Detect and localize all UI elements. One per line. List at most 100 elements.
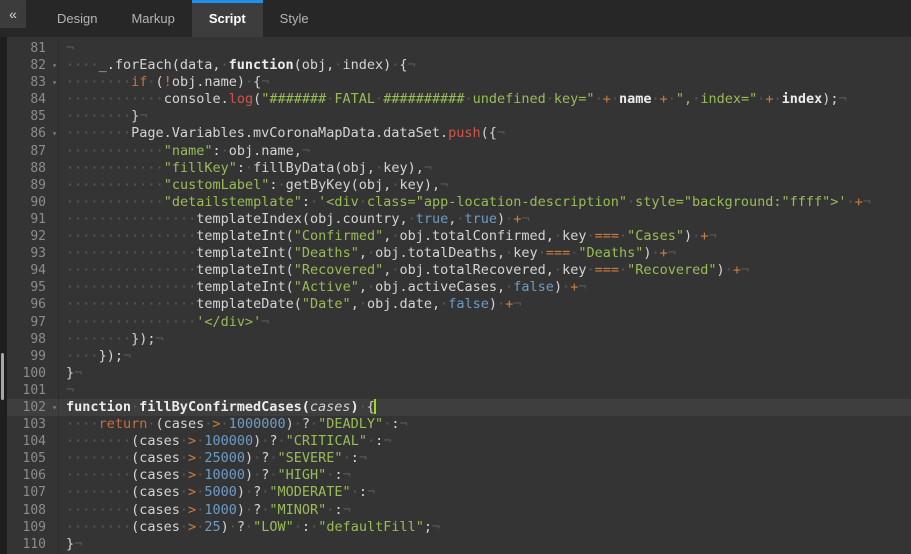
line-number[interactable]: 105	[7, 450, 59, 467]
code-text: function·fillByConfirmedCases(cases)·{	[59, 399, 911, 416]
line-number[interactable]: 103	[7, 416, 59, 433]
code-line[interactable]: 105········(cases·>·25000)·?·"SEVERE"·:¬	[7, 450, 911, 467]
line-number[interactable]: 96	[7, 296, 59, 313]
code-line[interactable]: 82▾····_.forEach(data,·function(obj,·ind…	[7, 57, 911, 74]
line-number[interactable]: 89	[7, 177, 59, 194]
code-line[interactable]: 100}¬	[7, 365, 911, 382]
whitespace-dot: ·	[123, 519, 131, 535]
whitespace-dot: ·	[99, 262, 107, 278]
line-number[interactable]: 106	[7, 467, 59, 484]
code-token: templateIndex(obj.country,	[196, 211, 407, 227]
code-line[interactable]: 98········});¬	[7, 331, 911, 348]
line-number[interactable]: 84	[7, 91, 59, 108]
code-text: ········(cases·>·25000)·?·"SEVERE"·:¬	[59, 450, 911, 467]
code-line[interactable]: 95················templateInt("Active",·…	[7, 279, 911, 296]
code-line[interactable]: 109········(cases·>·25)·?·"LOW"·:·"defau…	[7, 519, 911, 536]
whitespace-dot: ·	[229, 519, 237, 535]
line-number[interactable]: 95	[7, 279, 59, 296]
line-number[interactable]: 86▾	[7, 125, 59, 142]
line-number[interactable]: 83▾	[7, 74, 59, 91]
tab-design[interactable]: Design	[40, 0, 114, 37]
line-number[interactable]: 93	[7, 245, 59, 262]
code-line[interactable]: 108········(cases·>·1000)·?·"MINOR"·:¬	[7, 502, 911, 519]
line-number[interactable]: 99	[7, 348, 59, 365]
code-line[interactable]: 103····return·(cases·>·1000000)·?·"DEADL…	[7, 416, 911, 433]
line-number[interactable]: 92	[7, 228, 59, 245]
whitespace-dot: ·	[115, 262, 123, 278]
code-line[interactable]: 93················templateInt("Deaths",·…	[7, 245, 911, 262]
code-line[interactable]: 107········(cases·>·5000)·?·"MODERATE"·:…	[7, 484, 911, 501]
whitespace-dot: ·	[172, 296, 180, 312]
whitespace-dot: ·	[107, 502, 115, 518]
code-token: "HIGH"	[278, 467, 327, 483]
code-line[interactable]: 83▾········if·(!obj.name)·{¬	[7, 74, 911, 91]
line-number[interactable]: 87	[7, 143, 59, 160]
code-text: ················templateInt("Active",·ob…	[59, 279, 911, 296]
whitespace-dot: ·	[586, 262, 594, 278]
code-text: ················templateInt("Deaths",·ob…	[59, 245, 911, 262]
code-line[interactable]: 84············console.log("#######·FATAL…	[7, 91, 911, 108]
line-number[interactable]: 90	[7, 194, 59, 211]
code-token: )	[351, 399, 359, 415]
code-line[interactable]: 101¬	[7, 382, 911, 399]
line-number[interactable]: 110	[7, 536, 59, 553]
whitespace-dot: ·	[164, 211, 172, 227]
code-line[interactable]: 99····});¬	[7, 348, 911, 365]
code-line[interactable]: 102▾function·fillByConfirmedCases(cases)…	[7, 399, 911, 416]
fold-arrow-icon[interactable]: ▾	[52, 58, 57, 73]
code-line[interactable]: 87············"name":·obj.name,¬	[7, 143, 911, 160]
code-line[interactable]: 88············"fillKey":·fillByData(obj,…	[7, 160, 911, 177]
code-line[interactable]: 86▾········Page.Variables.mvCoronaMapDat…	[7, 125, 911, 142]
code-line[interactable]: 106········(cases·>·10000)·?·"HIGH"·:¬	[7, 467, 911, 484]
whitespace-dot: ·	[99, 331, 107, 347]
whitespace-dot: ·	[99, 194, 107, 210]
code-line[interactable]: 85········}¬	[7, 108, 911, 125]
line-number[interactable]: 85	[7, 108, 59, 125]
whitespace-dot: ·	[107, 91, 115, 107]
whitespace-dot: ·	[220, 57, 228, 73]
editor-topbar: « DesignMarkupScriptStyle	[0, 0, 911, 37]
whitespace-dot: ·	[180, 211, 188, 227]
whitespace-dot: ·	[107, 279, 115, 295]
code-line[interactable]: 110}¬	[7, 536, 911, 553]
line-number[interactable]: 82▾	[7, 57, 59, 74]
code-line[interactable]: 96················templateDate("Date",·o…	[7, 296, 911, 313]
line-number[interactable]: 98	[7, 331, 59, 348]
fold-arrow-icon[interactable]: ▾	[52, 400, 57, 415]
line-number[interactable]: 91	[7, 211, 59, 228]
collapse-panel-button[interactable]: «	[0, 0, 26, 28]
tab-markup[interactable]: Markup	[114, 0, 191, 37]
line-number[interactable]: 100	[7, 365, 59, 382]
code-line[interactable]: 91················templateIndex(obj.coun…	[7, 211, 911, 228]
code-line[interactable]: 94················templateInt("Recovered…	[7, 262, 911, 279]
line-number[interactable]: 97	[7, 314, 59, 331]
line-number[interactable]: 101	[7, 382, 59, 399]
code-line[interactable]: 81¬	[7, 40, 911, 57]
fold-arrow-icon[interactable]: ▾	[52, 126, 57, 141]
code-line[interactable]: 89············"customLabel":·getByKey(ob…	[7, 177, 911, 194]
eol-marker: ¬	[432, 519, 440, 535]
line-number[interactable]: 109	[7, 519, 59, 536]
line-number[interactable]: 81	[7, 40, 59, 57]
code-token: "SEVERE"	[278, 450, 343, 466]
scrollbar-thumb[interactable]	[1, 353, 4, 400]
tab-script[interactable]: Script	[192, 0, 263, 37]
whitespace-dot: ·	[123, 467, 131, 483]
line-number[interactable]: 88	[7, 160, 59, 177]
whitespace-dot: ·	[156, 262, 164, 278]
eol-marker: ¬	[513, 296, 521, 312]
code-line[interactable]: 90············"detailstemplate":·'<div·c…	[7, 194, 911, 211]
line-number[interactable]: 102▾	[7, 399, 59, 416]
code-token: )	[497, 211, 505, 227]
line-number[interactable]: 108	[7, 502, 59, 519]
line-number[interactable]: 107	[7, 484, 59, 501]
code-line[interactable]: 92················templateInt("Confirmed…	[7, 228, 911, 245]
code-line[interactable]: 97················'</div>'¬	[7, 314, 911, 331]
tab-style[interactable]: Style	[263, 0, 326, 37]
code-text: ················templateIndex(obj.countr…	[59, 211, 911, 228]
fold-arrow-icon[interactable]: ▾	[52, 75, 57, 90]
line-number[interactable]: 94	[7, 262, 59, 279]
script-code-editor[interactable]: 81¬82▾····_.forEach(data,·function(obj,·…	[0, 37, 911, 554]
code-line[interactable]: 104········(cases·>·100000)·?·"CRITICAL"…	[7, 433, 911, 450]
line-number[interactable]: 104	[7, 433, 59, 450]
